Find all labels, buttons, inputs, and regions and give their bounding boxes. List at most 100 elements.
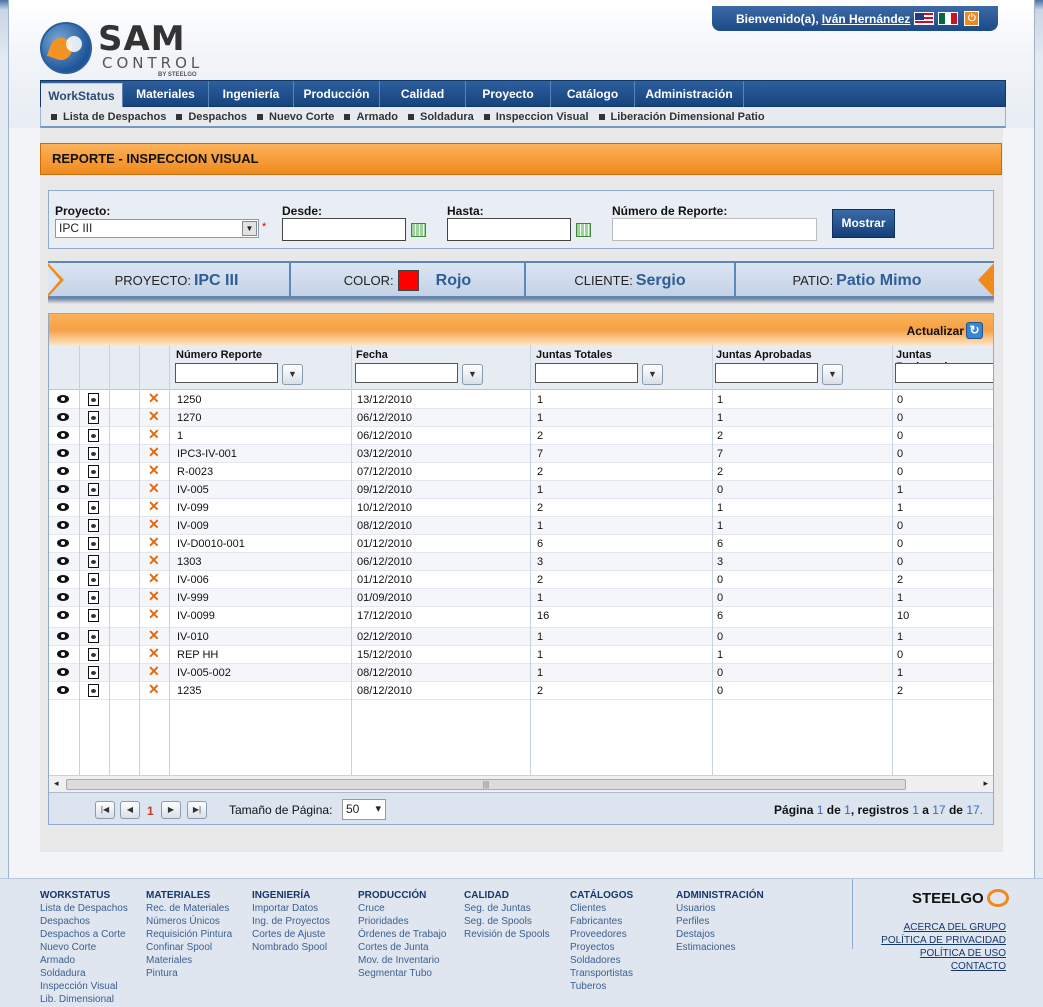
subnav-item[interactable]: Lista de Despachos	[51, 111, 166, 123]
view-eye-icon[interactable]	[57, 485, 70, 494]
footer-link[interactable]: Clientes	[570, 902, 633, 915]
report-document-icon[interactable]	[88, 555, 99, 568]
footer-column-title[interactable]: CALIDAD	[464, 889, 550, 902]
delete-icon[interactable]: ✕	[148, 535, 160, 549]
proyecto-select[interactable]: IPC III ▼	[55, 219, 259, 238]
nav-tab[interactable]: Materiales	[123, 81, 209, 107]
report-document-icon[interactable]	[88, 393, 99, 406]
first-page-icon[interactable]: |◀	[95, 801, 115, 819]
filter-icon[interactable]: ▼	[822, 364, 843, 385]
nav-tab[interactable]: Ingeniería	[209, 81, 294, 107]
footer-link[interactable]: Seg. de Juntas	[464, 902, 550, 915]
sam-control-logo[interactable]: SAM CONTROL BY STEELGO	[40, 20, 215, 80]
footer-column-title[interactable]: CATÁLOGOS	[570, 889, 633, 902]
view-eye-icon[interactable]	[57, 449, 70, 458]
delete-icon[interactable]: ✕	[148, 409, 160, 423]
nav-tab[interactable]: Proyecto	[466, 81, 551, 107]
footer-link[interactable]: Inspección Visual	[40, 980, 128, 993]
page-size-select[interactable]: 50	[342, 799, 386, 820]
footer-link[interactable]: Ing. de Proyectos	[252, 915, 330, 928]
footer-link[interactable]: Destajos	[676, 928, 764, 941]
report-document-icon[interactable]	[88, 483, 99, 496]
footer-link[interactable]: Proyectos	[570, 941, 633, 954]
footer-column-title[interactable]: MATERIALES	[146, 889, 232, 902]
subnav-item[interactable]: Liberación Dimensional Patio	[599, 111, 765, 123]
horizontal-scrollbar[interactable]: ◂ ||| ▸	[49, 775, 993, 792]
footer-link[interactable]: Tuberos	[570, 980, 633, 993]
footer-link[interactable]: Transportistas	[570, 967, 633, 980]
report-document-icon[interactable]	[88, 519, 99, 532]
footer-link[interactable]: Despachos a Corte	[40, 928, 128, 941]
numero-reporte-input[interactable]	[612, 218, 817, 241]
delete-icon[interactable]: ✕	[148, 517, 160, 531]
footer-link[interactable]: Segmentar Tubo	[358, 967, 446, 980]
filter-icon[interactable]: ▼	[282, 364, 303, 385]
footer-link[interactable]: Importar Datos	[252, 902, 330, 915]
delete-icon[interactable]: ✕	[148, 664, 160, 678]
report-document-icon[interactable]	[88, 501, 99, 514]
column-header[interactable]: Juntas Aprobadas	[716, 349, 812, 361]
report-document-icon[interactable]	[88, 411, 99, 424]
delete-icon[interactable]: ✕	[148, 499, 160, 513]
nav-tab[interactable]: Calidad	[380, 81, 466, 107]
table-row[interactable]: ✕ REP HH 15/12/2010 1 1 0	[49, 646, 993, 664]
column-filter-input[interactable]	[535, 363, 638, 383]
table-row[interactable]: ✕ 1270 06/12/2010 1 1 0	[49, 409, 993, 427]
report-document-icon[interactable]	[88, 537, 99, 550]
refresh-icon[interactable]: ↻	[966, 322, 983, 339]
footer-link[interactable]: Confinar Spool	[146, 941, 232, 954]
footer-link[interactable]: Usuarios	[676, 902, 764, 915]
delete-icon[interactable]: ✕	[148, 427, 160, 441]
filter-icon[interactable]: ▼	[642, 364, 663, 385]
column-filter-input[interactable]	[895, 363, 993, 383]
view-eye-icon[interactable]	[57, 686, 70, 695]
footer-link[interactable]: Lista de Despachos	[40, 902, 128, 915]
footer-legal-link[interactable]: POLÍTICA DE USO	[881, 947, 1006, 960]
footer-link[interactable]: Fabricantes	[570, 915, 633, 928]
footer-link[interactable]: Pintura	[146, 967, 232, 980]
report-document-icon[interactable]	[88, 429, 99, 442]
footer-column-title[interactable]: WORKSTATUS	[40, 889, 128, 902]
delete-icon[interactable]: ✕	[148, 628, 160, 642]
table-row[interactable]: ✕ IV-005-002 08/12/2010 1 0 1	[49, 664, 993, 682]
report-document-icon[interactable]	[88, 666, 99, 679]
chevron-down-icon[interactable]: ▼	[242, 221, 257, 236]
table-row[interactable]: ✕ IV-099 10/12/2010 2 1 1	[49, 499, 993, 517]
table-row[interactable]: ✕ IV-010 02/12/2010 1 0 1	[49, 628, 993, 646]
delete-icon[interactable]: ✕	[148, 682, 160, 696]
table-row[interactable]: ✕ 1250 13/12/2010 1 1 0	[49, 391, 993, 409]
column-filter-input[interactable]	[355, 363, 458, 383]
table-row[interactable]: ✕ IV-0099 17/12/2010 16 6 10	[49, 607, 993, 628]
table-row[interactable]: ✕ R-0023 07/12/2010 2 2 0	[49, 463, 993, 481]
view-eye-icon[interactable]	[57, 395, 70, 404]
view-eye-icon[interactable]	[57, 539, 70, 548]
desde-calendar-icon[interactable]	[411, 223, 426, 237]
table-row[interactable]: ✕ IV-005 09/12/2010 1 0 1	[49, 481, 993, 499]
column-header[interactable]: Fecha	[356, 349, 388, 361]
table-row[interactable]: ✕ IV-D0010-001 01/12/2010 6 6 0	[49, 535, 993, 553]
footer-link[interactable]: Requisición Pintura	[146, 928, 232, 941]
view-eye-icon[interactable]	[57, 575, 70, 584]
filter-icon[interactable]: ▼	[462, 364, 483, 385]
subnav-item[interactable]: Soldadura	[408, 111, 474, 123]
footer-link[interactable]: Despachos	[40, 915, 128, 928]
scroll-left-icon[interactable]: ◂	[54, 778, 59, 789]
subnav-item[interactable]: Inspeccion Visual	[484, 111, 589, 123]
nav-tab[interactable]: Administración	[635, 81, 744, 107]
footer-link[interactable]: Lib. Dimensional	[40, 993, 128, 1006]
footer-link[interactable]: Estimaciones	[676, 941, 764, 954]
delete-icon[interactable]: ✕	[148, 463, 160, 477]
footer-link[interactable]: Cruce	[358, 902, 446, 915]
view-eye-icon[interactable]	[57, 593, 70, 602]
user-name-link[interactable]: Iván Hernández	[822, 12, 911, 26]
footer-link[interactable]: Armado	[40, 954, 128, 967]
delete-icon[interactable]: ✕	[148, 589, 160, 603]
nav-tab[interactable]: Catálogo	[551, 81, 635, 107]
hasta-calendar-icon[interactable]	[576, 223, 591, 237]
table-row[interactable]: ✕ IV-009 08/12/2010 1 1 0	[49, 517, 993, 535]
footer-link[interactable]: Prioridades	[358, 915, 446, 928]
footer-link[interactable]: Perfiles	[676, 915, 764, 928]
column-header[interactable]: Juntas Totales	[536, 349, 612, 361]
footer-link[interactable]: Proveedores	[570, 928, 633, 941]
footer-link[interactable]: Mov. de Inventario	[358, 954, 446, 967]
